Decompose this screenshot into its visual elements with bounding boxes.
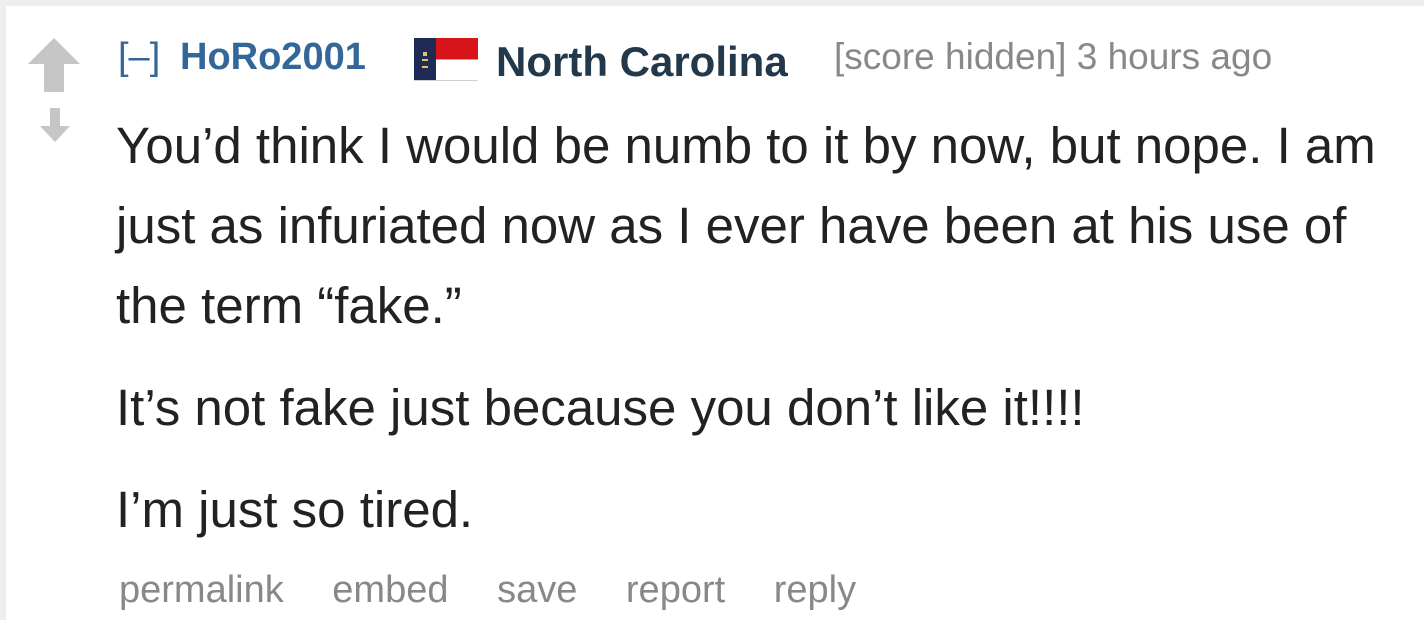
user-flair: North Carolina: [496, 38, 788, 85]
score-and-time: [score hidden] 3 hours ago: [834, 36, 1272, 78]
comment-body: You’d think I would be numb to it by now…: [116, 106, 1406, 572]
score-hidden-label: [score hidden]: [834, 36, 1067, 77]
comment-paragraph: You’d think I would be numb to it by now…: [116, 117, 1376, 334]
author-link[interactable]: HoRo2001: [180, 36, 366, 79]
north-carolina-flag-icon: [414, 38, 478, 81]
comment-actions: permalink embed save report reply: [119, 569, 894, 612]
comment: [–] HoRo2001 North Carolina [score hidde…: [6, 6, 1424, 620]
downvote-arrow-icon[interactable]: [38, 106, 72, 144]
embed-button[interactable]: embed: [332, 569, 448, 611]
report-button[interactable]: report: [626, 569, 725, 611]
reply-button[interactable]: reply: [774, 569, 856, 611]
comment-paragraph: I’m just so tired.: [116, 481, 474, 538]
permalink-button[interactable]: permalink: [119, 569, 284, 611]
collapse-toggle[interactable]: [–]: [118, 36, 160, 79]
timestamp: 3 hours ago: [1076, 36, 1273, 77]
upvote-arrow-icon[interactable]: [26, 36, 82, 94]
save-button[interactable]: save: [497, 569, 577, 611]
comment-paragraph: It’s not fake just because you don’t lik…: [116, 379, 1085, 436]
